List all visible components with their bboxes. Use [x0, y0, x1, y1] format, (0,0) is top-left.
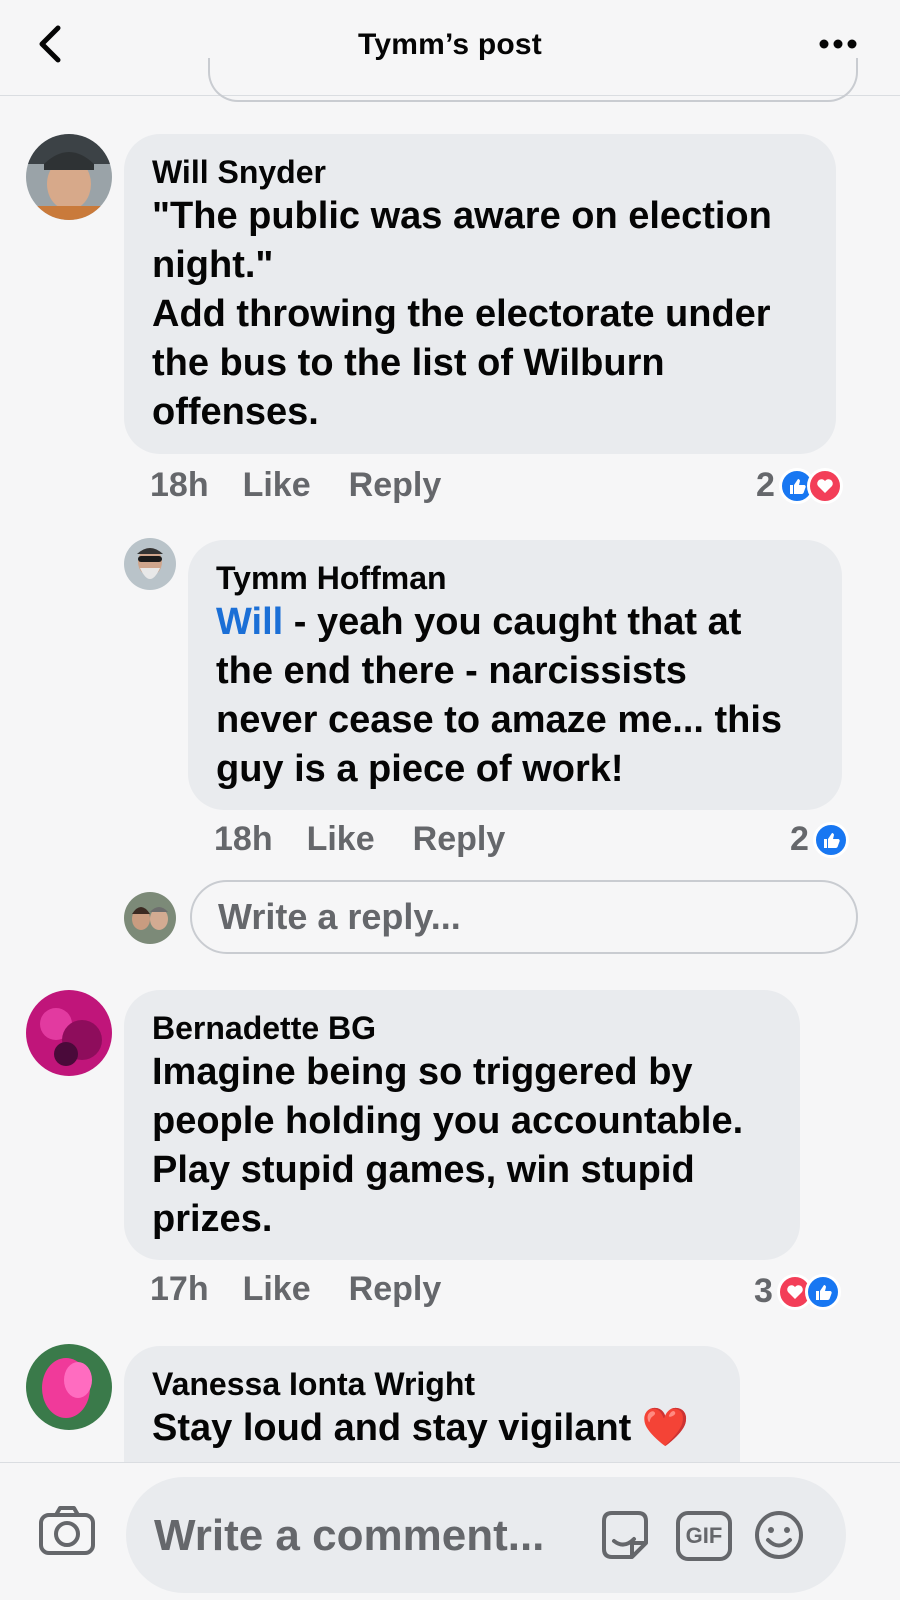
avatar-bernadette-bg-icon: [26, 990, 112, 1076]
comment-actions: 17h Like Reply: [150, 1270, 479, 1309]
reply-button[interactable]: Reply: [349, 1270, 442, 1309]
avatar[interactable]: [26, 1344, 112, 1430]
comment-text-line: guy is a piece of work!: [216, 748, 624, 790]
comment-text-line: Will - yeah you caught that at: [216, 598, 816, 647]
comment-text-line: Play stupid games, win stupid: [152, 1149, 695, 1191]
comment-author[interactable]: Tymm Hoffman: [216, 558, 816, 598]
reply-button[interactable]: Reply: [349, 466, 442, 505]
comment-text-line: prizes.: [152, 1198, 273, 1240]
gif-button[interactable]: GIF: [676, 1511, 732, 1561]
comment-actions: 18h Like Reply: [150, 466, 479, 505]
avatar[interactable]: [26, 134, 112, 220]
reaction-summary[interactable]: 2: [790, 820, 849, 859]
like-button[interactable]: Like: [243, 466, 311, 505]
previous-reply-input-edge: [208, 58, 858, 102]
reaction-count: 2: [790, 820, 809, 858]
reply-button[interactable]: Reply: [413, 820, 506, 859]
comment-composer-bar: Write a comment... GIF: [0, 1462, 900, 1600]
comment-text-line: Imagine being so triggered by: [152, 1051, 693, 1093]
comment-text-line: never cease to amaze me... this: [216, 699, 783, 741]
like-button[interactable]: Like: [307, 820, 375, 859]
comment-timestamp[interactable]: 17h: [150, 1270, 209, 1309]
current-user-avatar: [124, 892, 176, 944]
avatar[interactable]: [26, 990, 112, 1076]
comment-text-line: night.": [152, 244, 274, 286]
avatar-will-snyder-icon: [26, 134, 112, 220]
comment-text-line: Stay loud and stay vigilant ❤️: [152, 1407, 690, 1449]
reply-input[interactable]: Write a reply...: [190, 880, 858, 954]
comment-timestamp[interactable]: 18h: [150, 466, 209, 505]
comment-bubble: Will Snyder "The public was aware on ele…: [124, 134, 836, 454]
top-bar: Tymm’s post: [0, 0, 900, 102]
comment-input[interactable]: Write a comment... GIF: [126, 1477, 846, 1593]
comment-author[interactable]: Will Snyder: [152, 152, 810, 192]
emoji-icon[interactable]: [752, 1507, 806, 1563]
more-options-icon[interactable]: [816, 24, 860, 64]
comment-text-line: the end there - narcissists: [216, 650, 687, 692]
reaction-count: 2: [756, 466, 775, 504]
comment-bubble: Bernadette BG Imagine being so triggered…: [124, 990, 800, 1260]
reaction-count: 3: [754, 1272, 773, 1310]
comment-text-line: offenses.: [152, 391, 319, 433]
comment-timestamp[interactable]: 18h: [214, 820, 273, 859]
comment-text-line: "The public was aware on election: [152, 195, 772, 237]
comment-text-line: people holding you accountable.: [152, 1100, 744, 1142]
avatar-tymm-hoffman-icon: [124, 538, 176, 590]
love-reaction-icon: [806, 467, 843, 504]
comment-actions: 18h Like Reply: [214, 820, 543, 859]
mention-link[interactable]: Will: [216, 601, 283, 643]
like-reaction-icon: [812, 821, 849, 858]
comment-author[interactable]: Bernadette BG: [152, 1008, 774, 1048]
comment-bubble: Tymm Hoffman Will - yeah you caught that…: [188, 540, 842, 810]
comment-text-fragment: - yeah you caught that at: [283, 601, 742, 643]
comment-text-line: Add throwing the electorate under: [152, 293, 771, 335]
reaction-summary[interactable]: 3: [754, 1272, 841, 1311]
like-reaction-icon: [804, 1273, 841, 1310]
avatar-current-user-icon: [124, 892, 176, 944]
avatar[interactable]: [124, 538, 176, 590]
avatar-vanessa-ionta-wright-icon: [26, 1344, 112, 1430]
camera-icon[interactable]: [38, 1505, 96, 1557]
comment-author[interactable]: Vanessa Ionta Wright: [152, 1364, 714, 1404]
comment-text-line: the bus to the list of Wilburn: [152, 342, 665, 384]
like-button[interactable]: Like: [243, 1270, 311, 1309]
page-title: Tymm’s post: [358, 28, 542, 61]
reaction-summary[interactable]: 2: [756, 466, 843, 505]
comment-input-placeholder: Write a comment...: [154, 1511, 545, 1560]
sticker-icon[interactable]: [598, 1507, 652, 1563]
